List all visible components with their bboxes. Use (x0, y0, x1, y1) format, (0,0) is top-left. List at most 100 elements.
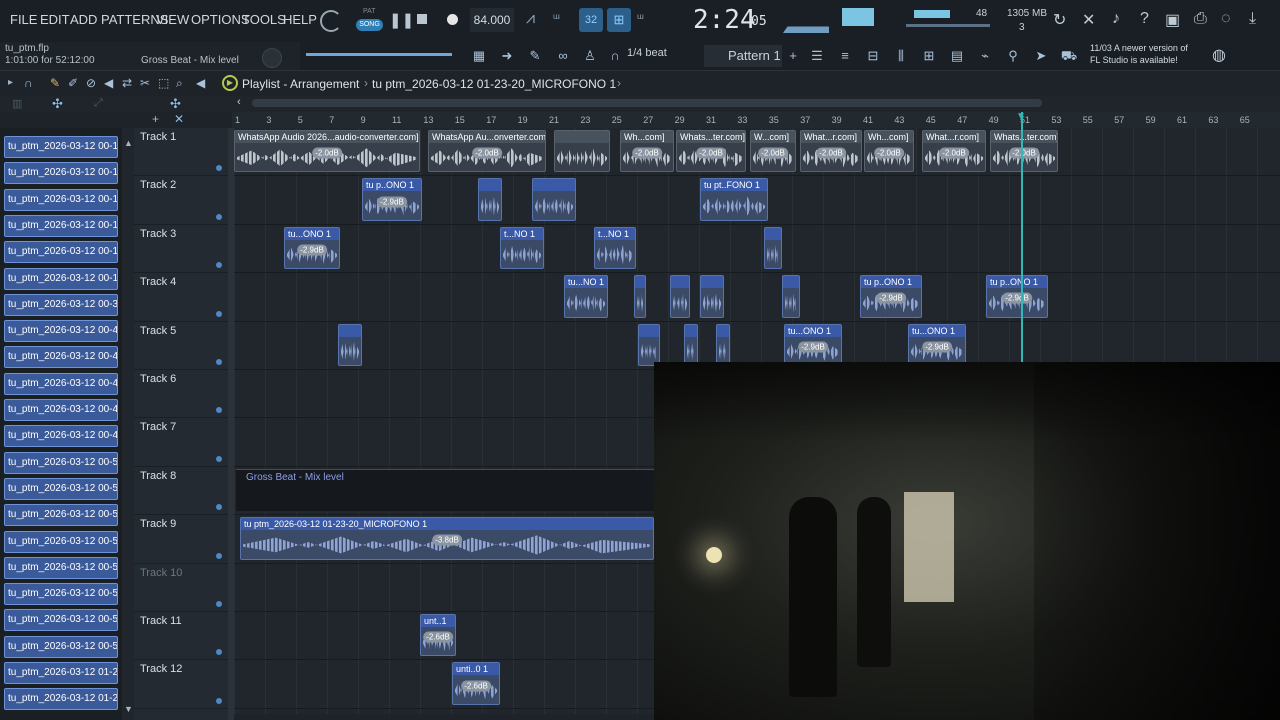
picker-item[interactable]: tu_ptm_2026-03-12 00-1.. (4, 214, 118, 237)
expand-icon[interactable]: ⤢ (94, 97, 103, 110)
track-header[interactable]: Track 3 (134, 225, 228, 274)
audio-clip[interactable]: tu...ONO 1 -2.9dB (784, 323, 842, 366)
browser-icon[interactable]: ⊞ (918, 45, 940, 67)
add-track-icon[interactable]: + (152, 112, 159, 126)
cart-icon[interactable]: ⛟ (1058, 45, 1080, 67)
track-header[interactable]: Track 2 (134, 176, 228, 225)
audio-clip[interactable]: unt..1 -2.6dB (420, 614, 456, 657)
audio-clip[interactable]: WhatsApp Au...onverter.com] -2.0dB (428, 130, 546, 173)
arrow-menu-icon[interactable]: ▸ (8, 77, 13, 88)
song-toggle[interactable]: SONG (356, 19, 383, 31)
playlist-window-icon[interactable] (842, 8, 874, 26)
picker-toggle-icon[interactable]: ▥ (12, 97, 22, 110)
horizontal-scrollbar[interactable] (252, 99, 1042, 107)
picker-item[interactable]: tu_ptm_2026-03-12 00-5.. (4, 477, 118, 500)
menu-edit[interactable]: EDIT (40, 12, 70, 27)
track-header[interactable]: Track 5 (134, 322, 228, 370)
piano-roll-icon[interactable]: ▦ (468, 45, 490, 67)
microphone-icon[interactable]: ♪ (1112, 10, 1120, 28)
track-header[interactable]: Track 7 (134, 418, 228, 467)
track-mute-led[interactable] (216, 262, 222, 269)
audio-clip[interactable]: WhatsApp Audio 2026...audio-converter.co… (234, 130, 420, 173)
picker-scroll-icon[interactable]: ✣ (52, 96, 63, 112)
render-icon[interactable]: ⎙ (1194, 10, 1207, 28)
automation-clip[interactable]: Gross Beat - Mix level (236, 468, 654, 512)
audio-clip[interactable]: W...com] -2.0dB (750, 130, 796, 173)
audio-clip[interactable] (638, 323, 660, 366)
track-mute-led[interactable] (216, 649, 222, 656)
master-volume-knob[interactable] (320, 10, 342, 32)
picker-item[interactable]: tu_ptm_2026-03-12 00-5.. (4, 556, 118, 579)
playhead-marker[interactable] (1021, 112, 1023, 362)
audio-clip[interactable]: Whats...ter.com] -2.0dB (676, 130, 746, 173)
metronome-icon[interactable]: ⩘ (526, 10, 535, 28)
menu-view[interactable]: VIEW (156, 12, 189, 27)
track-mute-led[interactable] (216, 600, 222, 607)
picker-item[interactable]: tu_ptm_2026-03-12 00-1.. (4, 188, 118, 211)
playback-tool-icon[interactable]: ◀ (196, 76, 205, 90)
audio-clip[interactable] (634, 275, 646, 318)
audio-clip[interactable]: What...r.com] -2.0dB (922, 130, 986, 173)
help-icon[interactable]: ? (1140, 10, 1149, 28)
audio-clip[interactable]: tu p..ONO 1 -2.9dB (860, 275, 922, 318)
close-icon[interactable]: ✕ (174, 112, 184, 126)
track-header[interactable]: Track 6 (134, 370, 228, 419)
audio-clip[interactable]: Whats...ter.com] -2.0dB (990, 130, 1058, 173)
picker-item[interactable]: tu_ptm_2026-03-12 00-5.. (4, 530, 118, 553)
download-icon[interactable]: ⤓ (1249, 10, 1256, 28)
scroll-down-icon[interactable]: ▼ (124, 704, 133, 714)
audio-clip[interactable]: t...NO 1 (500, 226, 544, 270)
time-display[interactable]: 2:24 (693, 5, 756, 35)
plugin-icon[interactable]: ⌁ (974, 45, 996, 67)
track-header[interactable]: Track 12 (134, 660, 228, 709)
track-mute-led[interactable] (216, 310, 222, 317)
picker-item[interactable]: tu_ptm_2026-03-12 00-3.. (4, 293, 118, 316)
step-edit-icon[interactable]: ⊞ (607, 8, 631, 32)
globe-icon[interactable]: ◍ (1212, 45, 1226, 65)
menu-tools[interactable]: TOOLS (242, 12, 286, 27)
scroll-up-icon[interactable]: ▲ (124, 138, 133, 148)
channel-rack-icon[interactable]: ≡ (834, 45, 856, 67)
picker-item[interactable]: tu_ptm_2026-03-12 00-4.. (4, 320, 118, 343)
picker-item[interactable]: tu_ptm_2026-03-12 00-5.. (4, 583, 118, 606)
track-mute-led[interactable] (216, 552, 222, 559)
track-mute-led[interactable] (216, 407, 222, 414)
wait-input-icon[interactable]: ᵚ (553, 11, 560, 25)
audio-clip[interactable]: tu...ONO 1 -2.9dB (908, 323, 966, 366)
timeline-ruler[interactable]: 1 3 5 7 9 11 13 15 17 19 21 23 25 27 29 31 33 35 37 39 41 43 4… (232, 112, 1280, 128)
add-pattern-icon[interactable]: + (782, 45, 804, 67)
track-lane[interactable] (234, 225, 1280, 274)
menu-add[interactable]: ADD (70, 12, 97, 27)
slip-tool-icon[interactable]: ⇄ (122, 76, 132, 90)
audio-clip[interactable]: Wh...com] -2.0dB (620, 130, 674, 173)
picker-item[interactable]: tu_ptm_2026-03-12 00-5.. (4, 609, 118, 632)
picker-item[interactable]: tu_ptm_2026-03-12 00-1.. (4, 136, 118, 158)
audio-clip[interactable]: tu p..ONO 1 -2.9dB (986, 275, 1048, 318)
picker-item[interactable]: tu_ptm_2026-03-12 00-4.. (4, 346, 118, 369)
picker-item[interactable]: tu_ptm_2026-03-12 00-5.. (4, 451, 118, 474)
audio-clip[interactable] (554, 130, 610, 173)
track-header[interactable]: Track 9 (134, 515, 228, 564)
countdown-icon[interactable]: 32 (579, 8, 603, 32)
picker-item[interactable]: tu_ptm_2026-03-12 00-4.. (4, 399, 118, 421)
audio-clip[interactable] (764, 226, 782, 270)
track-mute-led[interactable] (216, 504, 222, 511)
track-mute-led[interactable] (216, 455, 222, 462)
chat-icon[interactable]: ◌ (1221, 10, 1231, 28)
audio-clip[interactable] (782, 275, 800, 318)
save-icon[interactable]: ▣ (1165, 10, 1180, 30)
picker-item[interactable]: tu_ptm_2026-03-12 00-4.. (4, 372, 118, 395)
slice-tool-icon[interactable]: ✂ (140, 76, 150, 90)
stamp-icon[interactable]: ♙ (579, 45, 601, 67)
audio-clip[interactable] (700, 275, 724, 318)
scroll-left-icon[interactable]: ‹ (237, 96, 241, 108)
picker-item[interactable]: tu_ptm_2026-03-12 01-2.. (4, 662, 118, 684)
master-pitch-slider[interactable] (306, 53, 452, 56)
zoom-tool-icon[interactable]: ⌕ (176, 76, 183, 91)
record-icon[interactable] (447, 14, 458, 25)
refresh-icon[interactable]: ↻ (1053, 10, 1066, 30)
picker-item[interactable]: tu_ptm_2026-03-12 00-1.. (4, 241, 118, 264)
track-header[interactable]: Track 8 (134, 467, 228, 516)
track-mute-led[interactable] (216, 213, 222, 220)
audio-clip[interactable] (532, 178, 576, 221)
